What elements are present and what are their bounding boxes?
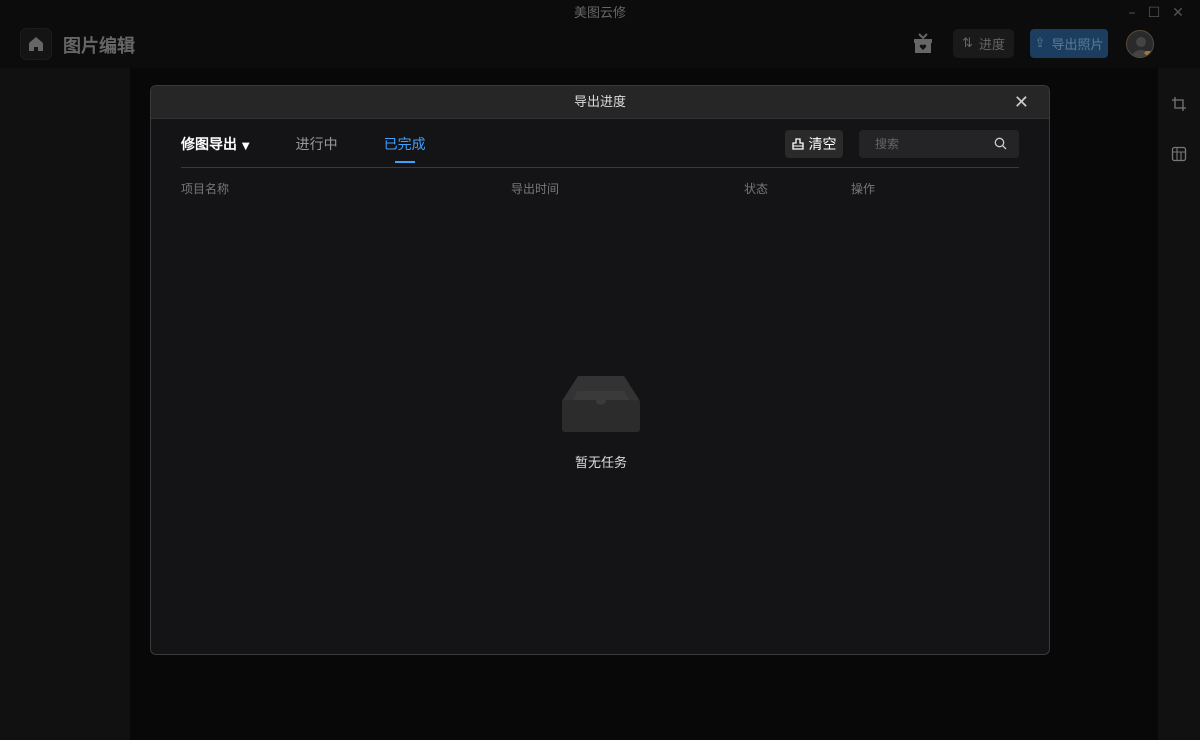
tab-label: 修图导出 [181,137,237,153]
empty-state-text: 暂无任务 [574,456,627,471]
progress-label: 进度 [978,38,1005,53]
upload-icon: ⇪ [1034,36,1046,51]
sort-arrows-icon: ⇅ [962,36,973,51]
app-title: 图片编辑 [63,36,135,57]
export-progress-dialog: 导出进度 ✕ 修图导出 ▼ 进行中 已完成 清空 搜索 项目名称 导出时间 状态… [150,85,1050,655]
tab-retouch-export-dropdown[interactable]: 修图导出 ▼ [181,134,250,154]
home-icon [29,37,43,51]
search-placeholder: 搜索 [875,137,900,151]
right-toolbar [1158,68,1200,740]
gift-button[interactable] [912,33,934,59]
divider [181,167,1019,168]
column-header-project-name: 项目名称 [181,182,230,196]
tab-bar: 修图导出 ▼ 进行中 已完成 [181,134,472,163]
caret-down-icon: ▼ [241,141,250,152]
column-header-export-time: 导出时间 [511,182,560,196]
window-close-button[interactable]: ✕ [1168,4,1188,22]
gift-icon [914,33,932,53]
top-bar: 图片编辑 ⇅ 进度 ⇪ 导出照片 [0,28,1200,68]
search-icon[interactable] [994,137,1007,150]
clear-button[interactable]: 清空 [785,130,843,158]
left-panel [0,68,130,740]
dialog-title: 导出进度 [573,95,626,110]
column-header-actions: 操作 [851,182,876,196]
export-photos-button[interactable]: ⇪ 导出照片 [1030,29,1108,58]
grid-icon[interactable] [1171,146,1187,162]
search-input[interactable]: 搜索 [859,130,1019,158]
export-label: 导出照片 [1051,38,1104,53]
minimize-button[interactable]: – [1122,4,1142,22]
user-icon [1131,37,1152,57]
empty-tray-icon [562,376,640,432]
home-button[interactable] [20,28,52,60]
tab-completed[interactable]: 已完成 [384,134,426,163]
crop-icon[interactable] [1171,96,1187,112]
broom-icon [791,138,804,150]
column-header-status: 状态 [744,182,769,196]
close-icon[interactable]: ✕ [1014,86,1029,119]
clear-label: 清空 [808,137,837,153]
maximize-button[interactable]: ☐ [1144,4,1164,22]
progress-button[interactable]: ⇅ 进度 [953,29,1014,58]
window-title: 美图云修 [573,6,626,21]
dialog-header: 导出进度 ✕ [151,86,1049,119]
tab-in-progress[interactable]: 进行中 [296,134,338,154]
user-avatar[interactable] [1126,30,1154,58]
